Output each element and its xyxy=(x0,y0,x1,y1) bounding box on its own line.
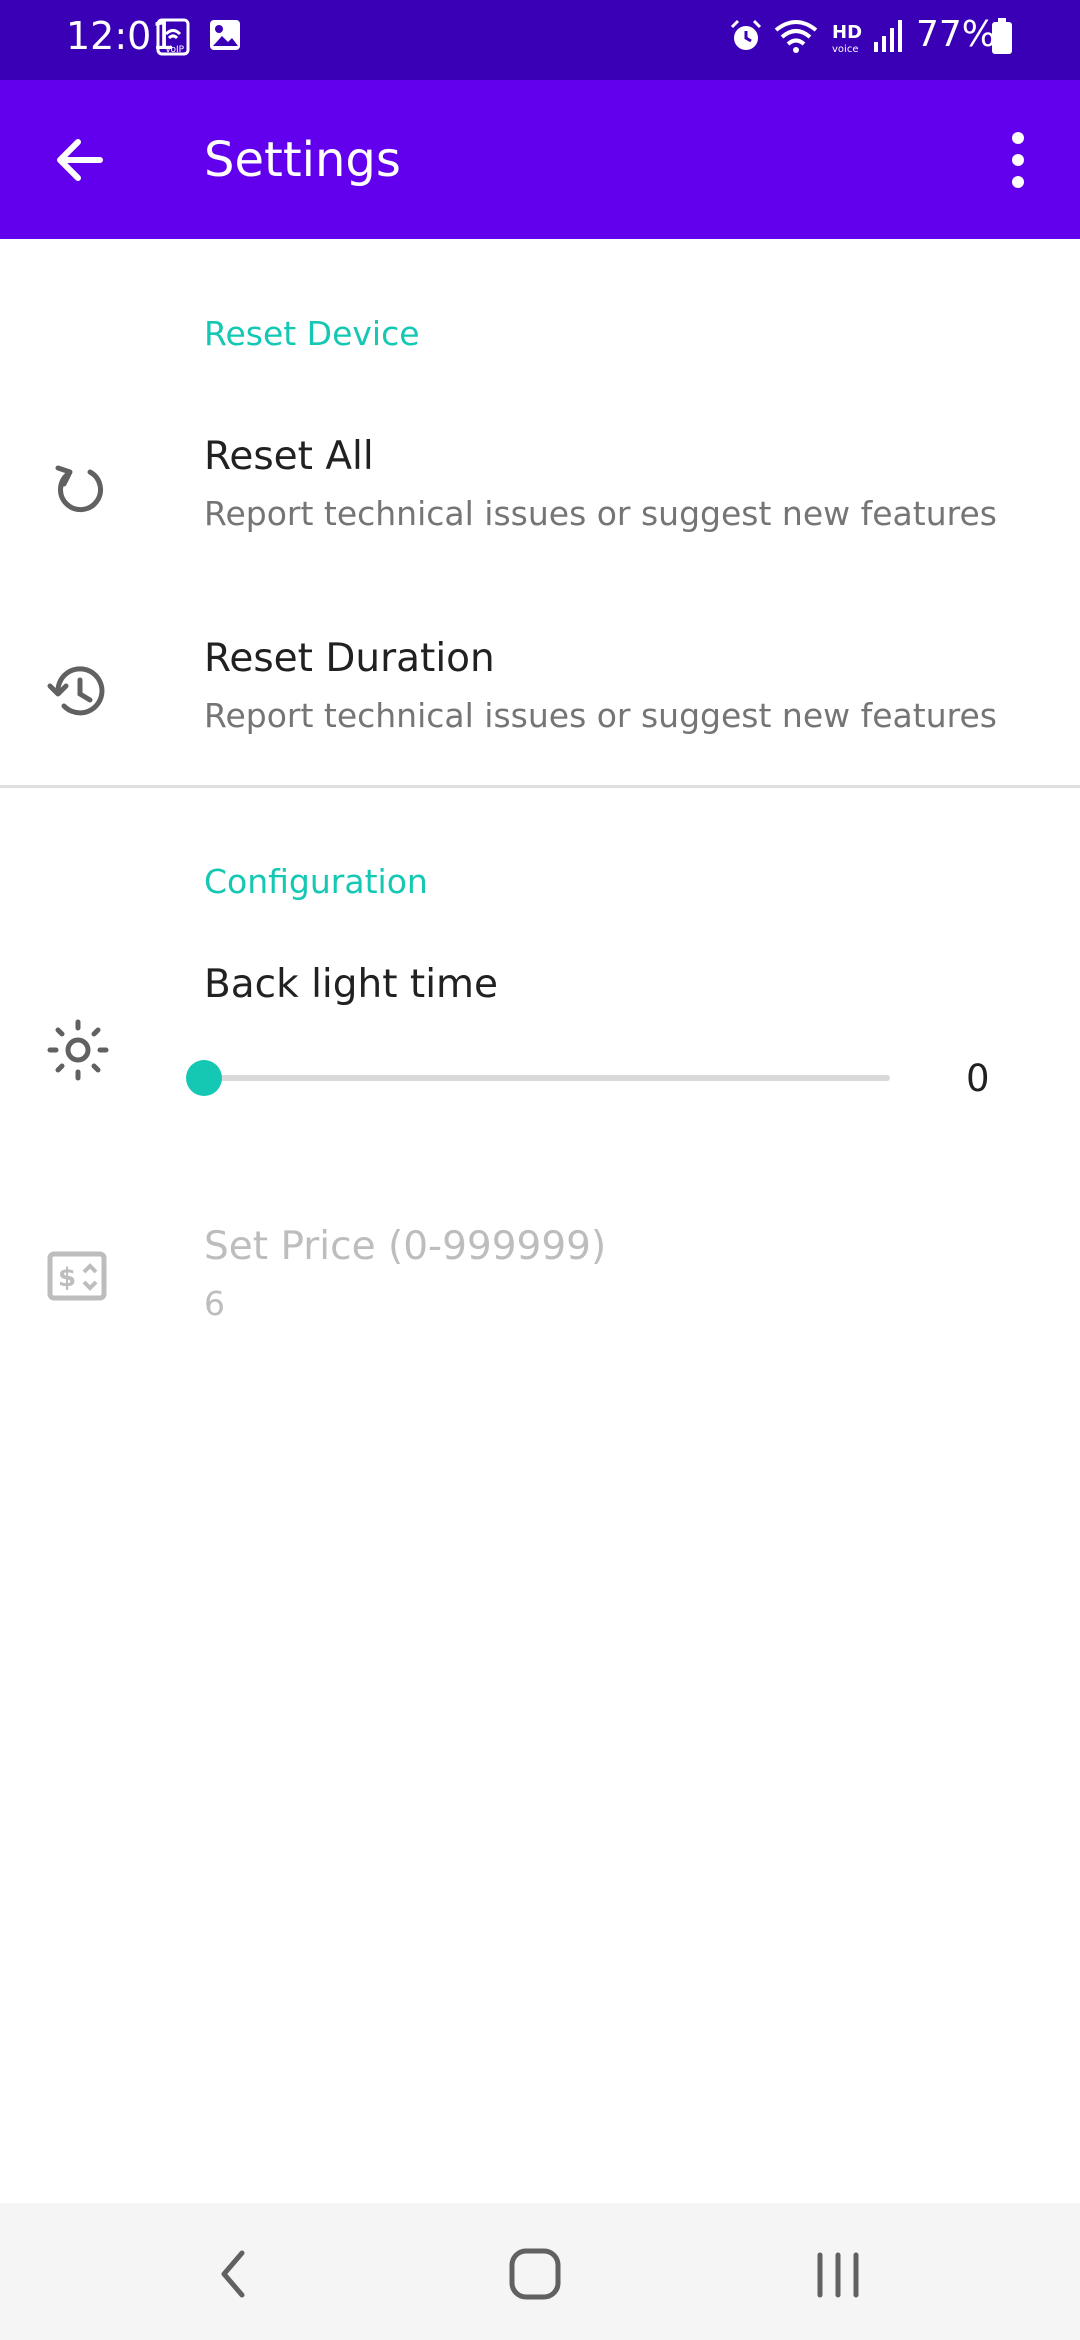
alarm-icon xyxy=(728,18,764,58)
system-nav-bar xyxy=(0,2203,1080,2340)
app-bar: Settings xyxy=(0,80,1080,239)
pref-backlight-time: Back light time xyxy=(0,950,1080,1150)
nav-recents-icon xyxy=(817,2252,859,2298)
pref-title-reset-all: Reset All xyxy=(204,434,374,479)
hd-voice-icon: HD voice xyxy=(830,18,870,62)
section-header-configuration: Configuration xyxy=(204,862,428,901)
pref-summary-reset-duration: Report technical issues or suggest new f… xyxy=(204,696,997,735)
voip-wifi-icon: VoIP xyxy=(156,18,196,62)
section-header-reset-device: Reset Device xyxy=(204,314,420,353)
nav-home-icon xyxy=(509,2248,561,2300)
battery-percentage: 77% xyxy=(916,14,997,55)
nav-recents-button[interactable] xyxy=(804,2239,874,2309)
pref-title-backlight-time: Back light time xyxy=(204,962,499,1007)
pref-title-set-price: Set Price (0-999999) xyxy=(204,1224,607,1269)
reset-icon xyxy=(46,458,110,522)
arrow-back-icon xyxy=(57,139,103,181)
more-vert-icon xyxy=(1012,132,1024,188)
pref-summary-set-price: 6 xyxy=(204,1284,225,1323)
pref-summary-reset-all: Report technical issues or suggest new f… xyxy=(204,494,997,533)
back-button[interactable] xyxy=(40,120,120,200)
page-title: Settings xyxy=(204,132,401,188)
pref-title-reset-duration: Reset Duration xyxy=(204,636,495,681)
nav-back-icon xyxy=(221,2250,245,2298)
nav-home-button[interactable] xyxy=(500,2239,570,2309)
history-icon xyxy=(46,660,110,724)
backlight-slider[interactable] xyxy=(186,1060,890,1096)
svg-text:VoIP: VoIP xyxy=(165,45,185,55)
svg-text:$: $ xyxy=(58,1263,76,1293)
image-icon xyxy=(208,18,242,56)
section-divider xyxy=(0,785,1080,788)
svg-text:voice: voice xyxy=(832,44,858,55)
overflow-menu-button[interactable] xyxy=(996,120,1040,200)
pref-reset-duration[interactable]: Reset Duration Report technical issues o… xyxy=(0,612,1080,772)
svg-text:HD: HD xyxy=(832,22,862,43)
nav-back-button[interactable] xyxy=(200,2239,270,2309)
slider-thumb[interactable] xyxy=(186,1060,222,1096)
battery-icon xyxy=(990,18,1014,60)
pref-set-price[interactable]: $ Set Price (0-999999) 6 xyxy=(0,1200,1080,1350)
status-bar: 12:01 VoIP HD voice 77% xyxy=(0,0,1080,80)
backlight-value: 0 xyxy=(966,1057,990,1100)
brightness-icon xyxy=(46,1018,110,1082)
pref-reset-all[interactable]: Reset All Report technical issues or sug… xyxy=(0,410,1080,570)
signal-icon xyxy=(872,18,904,58)
price-tag-icon: $ xyxy=(46,1244,110,1308)
wifi-icon xyxy=(774,18,818,58)
